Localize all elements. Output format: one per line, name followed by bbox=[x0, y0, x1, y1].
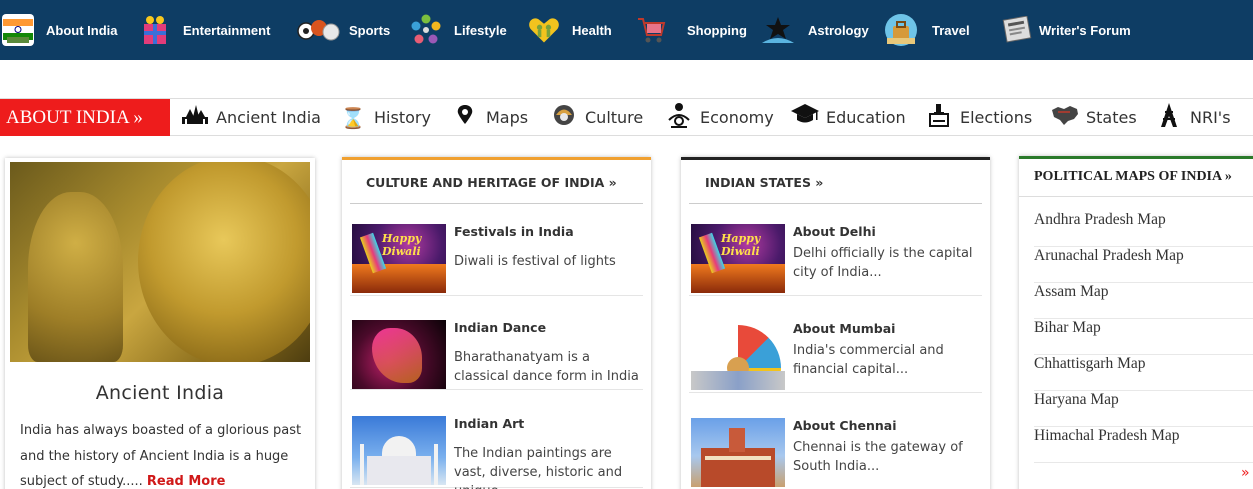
graduation-cap-icon bbox=[790, 102, 820, 133]
diwali-thumbnail[interactable]: Happy Diwali bbox=[352, 224, 446, 293]
list-item[interactable]: Indian Art The Indian paintings are vast… bbox=[350, 416, 643, 489]
map-link-assam[interactable]: Assam Map bbox=[1034, 283, 1253, 319]
luggage-icon bbox=[885, 14, 917, 46]
subnav-item-culture[interactable]: Culture bbox=[549, 99, 643, 136]
culture-heading[interactable]: CULTURE AND HERITAGE OF INDIA » bbox=[350, 160, 643, 204]
list-item[interactable]: About Chennai Chennai is the gateway of … bbox=[689, 418, 982, 489]
top-nav-item-astrology[interactable]: Astrology bbox=[760, 0, 869, 60]
item-description: Diwali is festival of lights bbox=[454, 254, 616, 269]
map-link-chhattisgarh[interactable]: Chhattisgarh Map bbox=[1034, 355, 1253, 391]
top-nav: About India Entertainment Sports Lifesty… bbox=[0, 0, 1253, 60]
top-nav-item-sports[interactable]: Sports bbox=[297, 0, 390, 60]
dance-thumbnail[interactable] bbox=[352, 320, 446, 389]
mumbai-thumbnail[interactable] bbox=[691, 321, 785, 390]
ballot-box-icon bbox=[924, 102, 954, 133]
item-title[interactable]: About Delhi bbox=[793, 224, 876, 239]
chennai-thumbnail[interactable] bbox=[691, 418, 785, 487]
star-icon bbox=[760, 14, 796, 46]
subnav-item-elections[interactable]: Elections bbox=[924, 99, 1032, 136]
gift-box-icon bbox=[139, 14, 171, 46]
temple-icon bbox=[180, 105, 210, 130]
subnav-item-education[interactable]: Education bbox=[790, 99, 906, 136]
subnav-item-economy[interactable]: Economy bbox=[664, 99, 774, 136]
read-more-link[interactable]: Read More bbox=[147, 474, 226, 489]
map-link-bihar[interactable]: Bihar Map bbox=[1034, 319, 1253, 355]
subnav-item-nris[interactable]: NRI's bbox=[1154, 99, 1231, 136]
item-title[interactable]: Indian Art bbox=[454, 416, 524, 431]
item-description: Chennai is the gateway of South India... bbox=[793, 440, 963, 474]
gold-coin-shape bbox=[138, 162, 310, 362]
about-india-subnav: ABOUT INDIA » Ancient India ⌛ History Ma… bbox=[0, 98, 1253, 136]
map-pin-icon bbox=[450, 104, 480, 131]
subnav-item-maps[interactable]: Maps bbox=[450, 99, 528, 136]
subnav-item-history[interactable]: ⌛ History bbox=[338, 99, 431, 136]
top-nav-item-lifestyle[interactable]: Lifestyle bbox=[410, 0, 507, 60]
economy-icon bbox=[664, 102, 694, 133]
india-map-icon bbox=[1050, 104, 1080, 131]
ancient-india-card: Ancient India India has always boasted o… bbox=[5, 158, 315, 489]
item-description: Delhi officially is the capital city of … bbox=[793, 246, 973, 280]
item-title[interactable]: Indian Dance bbox=[454, 320, 546, 335]
lifestyle-circles-icon bbox=[410, 14, 442, 46]
taj-mahal-thumbnail[interactable] bbox=[352, 416, 446, 485]
india-flag-icon bbox=[2, 14, 34, 46]
top-nav-item-travel[interactable]: Travel bbox=[885, 0, 970, 60]
tower-icon bbox=[1154, 102, 1184, 133]
list-item[interactable]: Indian Dance Bharathanatyam is a classic… bbox=[350, 320, 643, 390]
list-item[interactable]: Happy Diwali About Delhi Delhi officiall… bbox=[689, 224, 982, 296]
maps-heading[interactable]: POLITICAL MAPS OF INDIA » bbox=[1034, 169, 1232, 185]
ancient-india-description: India has always boasted of a glorious p… bbox=[20, 423, 302, 489]
top-nav-item-about-india[interactable]: About India bbox=[2, 0, 118, 60]
subnav-item-states[interactable]: States bbox=[1050, 99, 1137, 136]
item-description: India's commercial and financial capital… bbox=[793, 343, 944, 377]
map-link-haryana[interactable]: Haryana Map bbox=[1034, 391, 1253, 427]
subnav-item-ancient-india[interactable]: Ancient India bbox=[180, 99, 321, 136]
happy-diwali-text: Happy Diwali bbox=[721, 232, 761, 258]
item-description: The Indian paintings are vast, diverse, … bbox=[454, 446, 623, 489]
top-nav-item-entertainment[interactable]: Entertainment bbox=[139, 0, 270, 60]
list-item[interactable]: About Mumbai India's commercial and fina… bbox=[689, 321, 982, 393]
states-heading[interactable]: INDIAN STATES » bbox=[689, 160, 982, 204]
heart-people-icon bbox=[528, 14, 560, 46]
culture-heritage-panel: CULTURE AND HERITAGE OF INDIA » Happy Di… bbox=[342, 157, 651, 489]
culture-icon bbox=[549, 104, 579, 131]
political-maps-panel: POLITICAL MAPS OF INDIA » Andhra Pradesh… bbox=[1019, 156, 1253, 489]
happy-diwali-text: Happy Diwali bbox=[382, 232, 422, 258]
item-title[interactable]: About Mumbai bbox=[793, 321, 895, 336]
more-maps-link[interactable]: » bbox=[1241, 465, 1250, 481]
heading-divider bbox=[1019, 196, 1253, 197]
item-title[interactable]: About Chennai bbox=[793, 418, 897, 433]
item-description: Bharathanatyam is a classical dance form… bbox=[454, 350, 639, 384]
sports-balls-icon bbox=[297, 14, 341, 46]
about-india-label[interactable]: ABOUT INDIA » bbox=[0, 99, 170, 136]
map-link-andhra-pradesh[interactable]: Andhra Pradesh Map bbox=[1034, 211, 1253, 247]
top-nav-item-health[interactable]: Health bbox=[528, 0, 612, 60]
delhi-thumbnail[interactable]: Happy Diwali bbox=[691, 224, 785, 293]
map-link-himachal-pradesh[interactable]: Himachal Pradesh Map bbox=[1034, 427, 1253, 463]
indian-states-panel: INDIAN STATES » Happy Diwali About Delhi… bbox=[681, 157, 990, 489]
ancient-india-title[interactable]: Ancient India bbox=[5, 382, 315, 404]
ancient-india-image[interactable] bbox=[10, 162, 310, 362]
map-link-arunachal-pradesh[interactable]: Arunachal Pradesh Map bbox=[1034, 247, 1253, 283]
item-title[interactable]: Festivals in India bbox=[454, 224, 574, 239]
list-item[interactable]: Happy Diwali Festivals in India Diwali i… bbox=[350, 224, 643, 296]
ancient-figure-shape bbox=[28, 192, 123, 362]
top-nav-item-writers-forum[interactable]: Writer's Forum bbox=[1001, 0, 1131, 60]
shopping-cart-icon bbox=[635, 14, 667, 46]
hourglass-icon: ⌛ bbox=[340, 105, 366, 130]
top-nav-item-shopping[interactable]: Shopping bbox=[635, 0, 747, 60]
newspaper-icon bbox=[1001, 14, 1033, 46]
